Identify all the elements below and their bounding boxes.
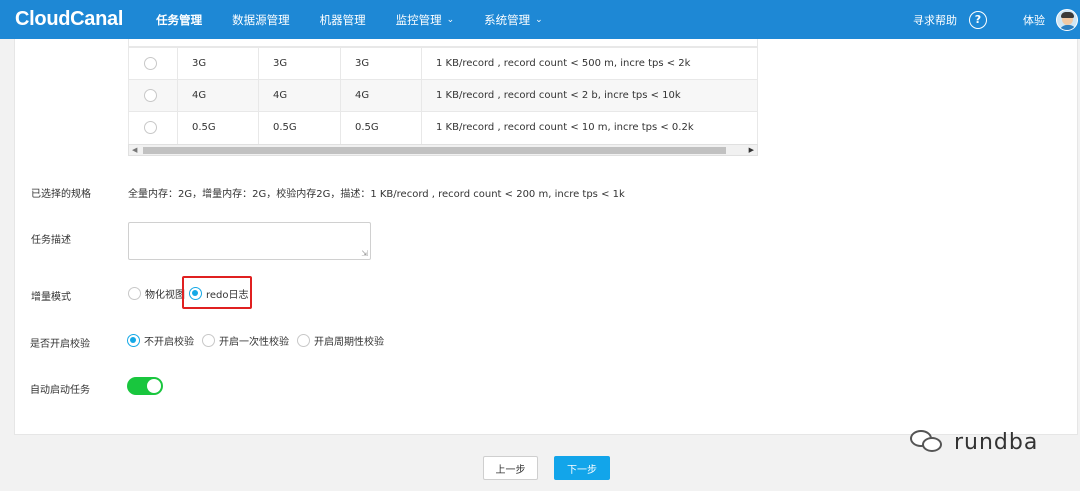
- user-name[interactable]: 体验: [1023, 12, 1045, 28]
- avatar[interactable]: [1056, 8, 1078, 31]
- cell-incr-memory: 4G: [259, 79, 341, 111]
- selected-spec-label: 已选择的规格: [31, 189, 91, 200]
- verify-label: 是否开启校验: [30, 339, 90, 350]
- help-link[interactable]: 寻求帮助: [913, 12, 957, 28]
- next-step-button[interactable]: 下一步: [554, 456, 610, 480]
- chevron-down-icon: ⌄: [446, 14, 455, 25]
- cell-description: 1 KB/record , record count < 500 m, incr…: [436, 57, 691, 69]
- selected-spec-value: 全量内存：2G，增量内存：2G，校验内存2G，描述：1 KB/record , …: [128, 189, 625, 200]
- cell-check-memory: 4G: [341, 79, 422, 111]
- top-right-area: 寻求帮助 ? 体验: [913, 0, 1080, 39]
- toggle-knob: [147, 379, 161, 393]
- auto-start-toggle[interactable]: [127, 377, 163, 395]
- verify-option-off[interactable]: 不开启校验: [127, 333, 194, 348]
- main-panel: 3G 3G 3G 1 KB/record , record count < 50…: [14, 39, 1078, 435]
- table-horizontal-scrollbar[interactable]: ◀ ▶: [128, 144, 758, 156]
- auto-start-label: 自动启动任务: [30, 385, 90, 396]
- cell-description: 1 KB/record , record count < 10 m, incre…: [436, 122, 694, 134]
- table-row[interactable]: 4G 4G 4G 1 KB/record , record count < 2 …: [129, 79, 757, 112]
- verify-radio-group: 不开启校验 开启一次性校验 开启周期性校验: [127, 333, 392, 348]
- top-nav-bar: CloudCanal 任务管理 数据源管理 机器管理 监控管理 ⌄ 系统管理 ⌄ 寻…: [0, 0, 1080, 39]
- verify-option-once[interactable]: 开启一次性校验: [202, 333, 289, 348]
- spec-radio[interactable]: [144, 121, 157, 135]
- table-row[interactable]: 0.5G 0.5G 0.5G 1 KB/record , record coun…: [129, 112, 757, 145]
- spec-table: 3G 3G 3G 1 KB/record , record count < 50…: [128, 39, 758, 145]
- highlight-annotation-box: [182, 276, 252, 309]
- cell-check-memory: 0.5G: [341, 112, 422, 144]
- table-row-partial: [129, 39, 757, 47]
- cell-full-memory: 3G: [178, 48, 259, 79]
- nav-item-datasource-management[interactable]: 数据源管理: [232, 0, 290, 39]
- nav-item-task-management[interactable]: 任务管理: [156, 0, 202, 39]
- verify-option-periodic[interactable]: 开启周期性校验: [297, 333, 384, 348]
- incr-mode-option-materialized-view[interactable]: 物化视图: [128, 286, 185, 301]
- scrollbar-thumb[interactable]: [143, 147, 726, 154]
- watermark-text: rundba: [954, 429, 1039, 455]
- spec-radio[interactable]: [144, 56, 157, 70]
- nav-item-system-management[interactable]: 系统管理 ⌄: [484, 0, 543, 39]
- radio-button[interactable]: [128, 287, 141, 300]
- resize-grip-icon[interactable]: ⇲: [361, 250, 368, 258]
- chevron-down-icon: ⌄: [535, 14, 543, 25]
- cell-check-memory: 3G: [341, 48, 422, 79]
- scroll-right-arrow-icon[interactable]: ▶: [749, 146, 754, 154]
- nav-item-monitor-management[interactable]: 监控管理 ⌄: [396, 0, 455, 39]
- cell-full-memory: 4G: [178, 79, 259, 111]
- task-desc-textarea[interactable]: ⇲: [128, 222, 371, 260]
- cell-full-memory: 0.5G: [178, 112, 259, 144]
- radio-button[interactable]: [202, 334, 215, 347]
- radio-button[interactable]: [297, 334, 310, 347]
- incr-mode-label: 增量模式: [31, 292, 71, 303]
- nav-item-machine-management[interactable]: 机器管理: [320, 0, 366, 39]
- cell-incr-memory: 3G: [259, 48, 341, 79]
- table-row[interactable]: 3G 3G 3G 1 KB/record , record count < 50…: [129, 47, 757, 80]
- main-nav: 任务管理 数据源管理 机器管理 监控管理 ⌄ 系统管理 ⌄: [156, 0, 573, 39]
- app-logo[interactable]: CloudCanal: [15, 8, 123, 31]
- prev-step-button[interactable]: 上一步: [483, 456, 538, 480]
- cell-description: 1 KB/record , record count < 2 b, incre …: [436, 89, 681, 101]
- question-mark-icon[interactable]: ?: [969, 10, 987, 29]
- wechat-icon: [908, 427, 948, 457]
- task-desc-label: 任务描述: [31, 235, 71, 246]
- spec-radio[interactable]: [144, 88, 157, 102]
- watermark: rundba: [908, 427, 1038, 457]
- radio-button[interactable]: [127, 334, 140, 347]
- cell-incr-memory: 0.5G: [259, 112, 341, 144]
- scroll-left-arrow-icon[interactable]: ◀: [132, 146, 137, 154]
